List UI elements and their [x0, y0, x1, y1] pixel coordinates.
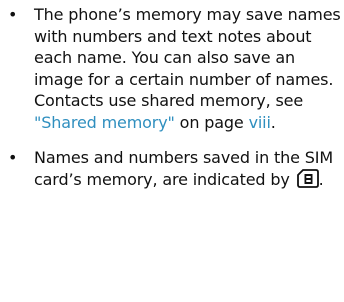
- period-text: .: [270, 112, 276, 132]
- bullet-dot: •: [8, 5, 18, 24]
- document-page: • The phone’s memory may save names with…: [0, 0, 344, 302]
- sim-memory-text: Names and numbers saved in the SIM card’…: [34, 148, 333, 189]
- sim-card-icon: [296, 168, 319, 194]
- period-text: .: [318, 169, 324, 189]
- page-viii-link[interactable]: viii: [249, 113, 271, 132]
- bullet-item-sim-memory: • Names and numbers saved in the SIM car…: [6, 147, 342, 193]
- bullet-item-phone-memory: • The phone’s memory may save names with…: [6, 4, 342, 133]
- shared-memory-link[interactable]: "Shared memory": [34, 113, 175, 132]
- on-page-text: on page: [174, 112, 249, 132]
- bullet-list: • The phone’s memory may save names with…: [6, 4, 342, 193]
- phone-memory-text: The phone’s memory may save names with n…: [34, 5, 341, 110]
- bullet-dot: •: [8, 148, 18, 167]
